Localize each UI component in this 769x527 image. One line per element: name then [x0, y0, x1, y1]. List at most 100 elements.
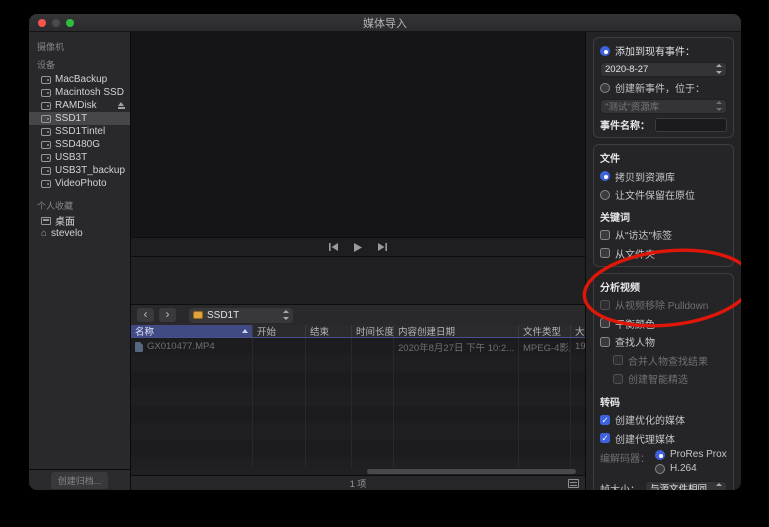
- radio-selected-icon[interactable]: [600, 45, 610, 56]
- checkbox-icon[interactable]: [600, 229, 610, 240]
- existing-event-dropdown[interactable]: 2020-8-27: [600, 61, 727, 77]
- previous-frame-icon[interactable]: [329, 243, 338, 251]
- copy-to-library-option[interactable]: 拷贝到资源库: [600, 169, 727, 184]
- playback-controls: [131, 237, 585, 256]
- radio-icon[interactable]: [600, 82, 610, 93]
- table-row[interactable]: GX010477.MP4 2020年8月27日 下午 10:2... MPEG-…: [131, 338, 585, 355]
- checkbox-checked-icon[interactable]: [600, 433, 610, 443]
- finder-tags-option[interactable]: 从"访达"标签: [600, 227, 727, 242]
- location-dropdown[interactable]: SSD1T: [189, 307, 293, 323]
- sidebar-item-usb3t-backup[interactable]: USB3T_backup: [29, 164, 130, 177]
- drive-icon: [41, 75, 51, 84]
- event-name-input[interactable]: [655, 117, 727, 132]
- checkbox-icon[interactable]: [600, 248, 610, 258]
- event-name-row: 事件名称：: [600, 117, 727, 132]
- create-optimized-option[interactable]: 创建优化的媒体: [600, 412, 727, 427]
- titlebar[interactable]: 媒体导入: [29, 14, 741, 32]
- create-archive-button[interactable]: 创建归档...: [49, 470, 110, 490]
- column-header-start[interactable]: 开始: [253, 325, 306, 337]
- radio-icon[interactable]: [600, 189, 610, 200]
- leave-in-place-option[interactable]: 让文件保留在原位: [600, 187, 727, 202]
- list-view-icon[interactable]: [568, 479, 579, 488]
- codec-row: 编解码器： ProRes Proxy H.264: [600, 449, 727, 474]
- sidebar-item-ssd480g[interactable]: SSD480G: [29, 138, 130, 151]
- table-body: GX010477.MP4 2020年8月27日 下午 10:2... MPEG-…: [131, 338, 585, 468]
- column-header-size[interactable]: 大小: [571, 325, 585, 337]
- checkbox-icon[interactable]: [600, 318, 610, 328]
- checkbox-icon[interactable]: [600, 336, 610, 347]
- devices-section-label: 设备: [37, 60, 56, 70]
- radio-selected-icon[interactable]: [600, 171, 610, 181]
- files-header: 文件: [600, 154, 620, 165]
- preview-area[interactable]: [131, 32, 585, 237]
- next-frame-icon[interactable]: [378, 243, 387, 251]
- column-header-duration[interactable]: 时间长度: [352, 325, 394, 337]
- browser-pane: ‹ › SSD1T 名称 开始 结束 时间长度 内容创建日期 文件类型 大小: [131, 32, 585, 490]
- empty-row: [131, 423, 585, 440]
- drive-icon: [41, 88, 51, 97]
- drive-icon: [193, 311, 203, 319]
- sidebar-item-usb3t[interactable]: USB3T: [29, 151, 130, 164]
- sidebar-item-home[interactable]: ⌂ stevelo: [29, 227, 130, 240]
- drive-icon: [41, 166, 51, 175]
- eject-icon[interactable]: [117, 101, 126, 110]
- scrollbar-handle[interactable]: [367, 469, 576, 474]
- video-file-icon: [135, 341, 143, 352]
- column-header-created[interactable]: 内容创建日期: [394, 325, 519, 337]
- filmstrip-area: [131, 256, 585, 304]
- drive-icon: [41, 179, 51, 188]
- favorites-section-label: 个人收藏: [37, 201, 74, 211]
- minimize-window-icon[interactable]: [52, 19, 60, 27]
- keywords-header: 关键词: [600, 212, 630, 224]
- checkbox-disabled-icon: [600, 299, 610, 310]
- drive-icon: [41, 101, 51, 110]
- column-header-type[interactable]: 文件类型: [519, 325, 571, 337]
- find-people-option[interactable]: 查找人物: [600, 334, 727, 349]
- sidebar-item-ramdisk[interactable]: RAMDisk: [29, 99, 130, 112]
- sidebar-item-desktop[interactable]: 桌面: [29, 214, 130, 227]
- create-new-event-option[interactable]: 创建新事件，位于：: [600, 80, 727, 95]
- create-proxy-option[interactable]: 创建代理媒体: [600, 431, 727, 446]
- sidebar-item-macbackup[interactable]: MacBackup: [29, 73, 130, 86]
- dropdown-stepper-icon: [715, 101, 722, 111]
- sort-ascending-icon: [242, 329, 248, 333]
- horizontal-scrollbar[interactable]: [131, 468, 585, 475]
- column-header-end[interactable]: 结束: [306, 325, 352, 337]
- desktop-icon: [41, 216, 51, 225]
- back-button[interactable]: ‹: [137, 308, 154, 322]
- frame-size-dropdown[interactable]: 与源文件相同: [645, 480, 727, 490]
- sidebar-item-ssd1tintel[interactable]: SSD1Tintel: [29, 125, 130, 138]
- add-to-existing-option[interactable]: 添加到现有事件：: [600, 43, 727, 58]
- camera-section-label: 摄像机: [37, 42, 65, 52]
- sidebar-item-macintosh-ssd[interactable]: Macintosh SSD: [29, 86, 130, 99]
- transcode-header: 转码: [600, 397, 620, 409]
- media-import-window: 媒体导入 摄像机 设备 MacBackup Macintosh SSD RAMD…: [28, 13, 742, 491]
- dropdown-stepper-icon: [715, 64, 722, 74]
- from-folders-option[interactable]: 从文件夹: [600, 246, 727, 261]
- browser-statusbar: 1 项: [131, 475, 585, 490]
- event-group: 添加到现有事件： 2020-8-27 创建新事件，位于： "测试"资源库 事件名…: [593, 37, 734, 138]
- play-icon[interactable]: [354, 242, 362, 252]
- item-count: 1 项: [349, 478, 367, 489]
- column-header-name[interactable]: 名称: [131, 325, 253, 337]
- empty-row: [131, 457, 585, 468]
- close-window-icon[interactable]: [38, 19, 46, 27]
- sidebar-item-ssd1t[interactable]: SSD1T: [29, 112, 130, 125]
- radio-selected-icon[interactable]: [655, 449, 665, 460]
- prores-proxy-option[interactable]: ProRes Proxy: [655, 449, 727, 460]
- zoom-window-icon[interactable]: [66, 19, 74, 27]
- checkbox-checked-icon[interactable]: [600, 414, 610, 425]
- import-settings-panel: 添加到现有事件： 2020-8-27 创建新事件，位于： "测试"资源库 事件名…: [585, 32, 741, 490]
- analyze-video-header: 分析视频: [600, 282, 640, 294]
- h264-option[interactable]: H.264: [655, 463, 727, 474]
- sidebar-item-videophoto[interactable]: VideoPhoto: [29, 177, 130, 190]
- video-group: 分析视频 从视频移除 Pulldown 平衡颜色 查找人物 合并人物查找结果 创…: [593, 272, 734, 490]
- forward-button[interactable]: ›: [159, 308, 176, 322]
- dropdown-stepper-icon: [715, 483, 722, 490]
- remove-pulldown-option: 从视频移除 Pulldown: [600, 297, 727, 312]
- home-icon: ⌂: [41, 227, 48, 239]
- balance-color-option[interactable]: 平衡颜色: [600, 316, 727, 331]
- drive-icon: [41, 140, 51, 149]
- radio-icon[interactable]: [655, 463, 665, 474]
- files-group: 文件 拷贝到资源库 让文件保留在原位 关键词 从"访达"标签 从文件夹: [593, 144, 734, 267]
